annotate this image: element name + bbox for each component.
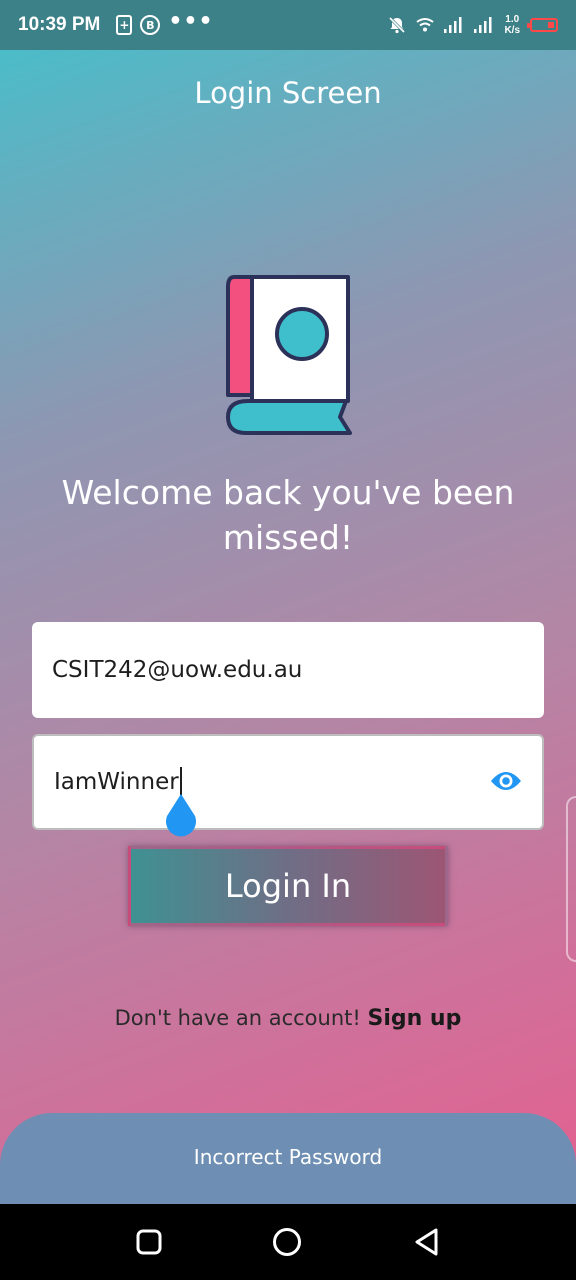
- data-rate-unit: K/s: [504, 25, 520, 36]
- mute-bell-icon: [389, 16, 406, 34]
- page-title: Login Screen: [194, 76, 382, 110]
- login-button[interactable]: Login In: [128, 846, 448, 926]
- cursor-handle[interactable]: [163, 794, 199, 838]
- welcome-line-1: Welcome back you've been: [61, 473, 515, 512]
- navigation-bar: [0, 1204, 576, 1280]
- visibility-icon[interactable]: [490, 769, 522, 793]
- wifi-icon: [416, 18, 435, 32]
- back-icon[interactable]: [412, 1227, 442, 1257]
- welcome-line-2: missed!: [222, 518, 354, 557]
- status-time: 10:39 PM: [18, 14, 101, 35]
- password-value: IamWinner: [54, 769, 179, 795]
- b-app-icon: B: [140, 15, 161, 35]
- email-value: CSIT242@uow.edu.au: [52, 657, 303, 683]
- email-field[interactable]: CSIT242@uow.edu.au: [32, 622, 544, 718]
- data-rate: 1.0 K/s: [504, 14, 520, 36]
- signup-link[interactable]: Sign up: [367, 1006, 461, 1031]
- data-rate-value: 1.0: [505, 14, 520, 25]
- status-bar: 10:39 PM + B ••• 1.0 K/s: [0, 0, 576, 50]
- battery-icon: [527, 18, 558, 32]
- snackbar-message: Incorrect Password: [193, 1145, 383, 1169]
- notification-icons: + B •••: [116, 11, 213, 35]
- charging-icon: +: [116, 15, 133, 35]
- signal-icon: [444, 17, 462, 33]
- signup-prompt: Don't have an account!: [114, 1006, 368, 1030]
- book-icon: [226, 275, 352, 435]
- system-icons: 1.0 K/s: [388, 14, 558, 36]
- battery-level: [548, 22, 554, 28]
- more-dots-icon: •••: [168, 9, 214, 34]
- password-field[interactable]: IamWinner: [32, 734, 544, 830]
- signup-row: Don't have an account! Sign up: [0, 1006, 576, 1031]
- error-snackbar: Incorrect Password: [0, 1113, 576, 1205]
- text-cursor: [179, 767, 182, 797]
- signal-icon: [474, 17, 492, 33]
- home-icon[interactable]: [272, 1227, 302, 1257]
- recent-apps-icon[interactable]: [134, 1227, 164, 1257]
- edge-panel-handle[interactable]: [566, 796, 576, 962]
- welcome-message: Welcome back you've been missed!: [30, 470, 546, 560]
